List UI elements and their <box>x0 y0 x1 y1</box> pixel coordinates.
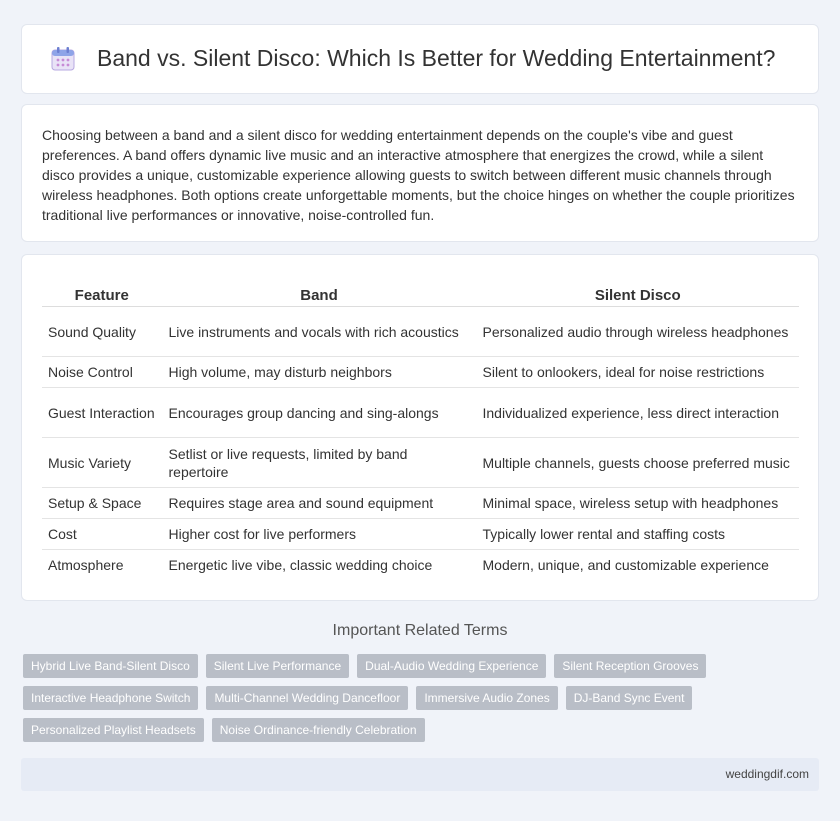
related-term-tag[interactable]: Immersive Audio Zones <box>416 686 558 710</box>
related-term-tag[interactable]: Noise Ordinance-friendly Celebration <box>211 718 425 742</box>
related-term-tag[interactable]: DJ-Band Sync Event <box>565 686 693 710</box>
feature-cell: Cost <box>42 518 162 550</box>
band-cell: Energetic live vibe, classic wedding cho… <box>161 549 476 581</box>
related-term-tag[interactable]: Silent Reception Grooves <box>554 654 707 678</box>
related-term-tag[interactable]: Dual-Audio Wedding Experience <box>357 654 547 678</box>
silent-disco-cell: Silent to onlookers, ideal for noise res… <box>475 356 799 388</box>
footer-site-link[interactable]: weddingdif.com <box>726 767 809 781</box>
intro-paragraph: Choosing between a band and a silent dis… <box>42 127 795 223</box>
band-cell: Live instruments and vocals with rich ac… <box>161 306 476 357</box>
band-cell: High volume, may disturb neighbors <box>161 356 476 388</box>
band-cell: Encourages group dancing and sing-alongs <box>161 387 476 438</box>
silent-disco-cell: Individualized experience, less direct i… <box>475 387 799 438</box>
feature-cell: Guest Interaction <box>42 387 162 438</box>
calendar-icon <box>51 47 75 71</box>
band-cell: Higher cost for live performers <box>161 518 476 550</box>
band-cell: Setlist or live requests, limited by ban… <box>161 437 476 488</box>
comparison-card: Feature Band Silent Disco Sound Quality … <box>21 254 819 601</box>
silent-disco-cell: Minimal space, wireless setup with headp… <box>475 487 799 519</box>
header-card: Band vs. Silent Disco: Which Is Better f… <box>21 24 819 94</box>
silent-disco-cell: Personalized audio through wireless head… <box>475 306 799 357</box>
silent-disco-cell: Typically lower rental and staffing cost… <box>475 518 799 550</box>
feature-cell: Sound Quality <box>42 306 162 357</box>
feature-cell: Setup & Space <box>42 487 162 519</box>
header-feature: Feature <box>42 283 162 307</box>
band-cell: Requires stage area and sound equipment <box>161 487 476 519</box>
feature-cell: Music Variety <box>42 437 162 488</box>
related-term-tag[interactable]: Multi-Channel Wedding Dancefloor <box>206 686 409 710</box>
table-row: Music Variety Setlist or live requests, … <box>42 437 799 488</box>
related-term-tag[interactable]: Silent Live Performance <box>205 654 350 678</box>
table-row: Cost Higher cost for live performers Typ… <box>42 518 799 550</box>
table-row: Atmosphere Energetic live vibe, classic … <box>42 549 799 581</box>
table-header-row: Feature Band Silent Disco <box>42 283 799 307</box>
header-band: Band <box>161 283 476 307</box>
table-row: Setup & Space Requires stage area and so… <box>42 487 799 519</box>
page-title: Band vs. Silent Disco: Which Is Better f… <box>97 45 776 71</box>
feature-cell: Noise Control <box>42 356 162 388</box>
table-row: Guest Interaction Encourages group danci… <box>42 387 799 438</box>
related-term-tag[interactable]: Interactive Headphone Switch <box>23 686 199 710</box>
header-silent-disco: Silent Disco <box>475 283 799 307</box>
related-term-tag[interactable]: Hybrid Live Band-Silent Disco <box>23 654 198 678</box>
comparison-table: Feature Band Silent Disco Sound Quality … <box>42 283 799 581</box>
related-term-tag[interactable]: Personalized Playlist Headsets <box>23 718 204 742</box>
silent-disco-cell: Modern, unique, and customizable experie… <box>475 549 799 581</box>
silent-disco-cell: Multiple channels, guests choose preferr… <box>475 437 799 488</box>
table-row: Sound Quality Live instruments and vocal… <box>42 306 799 357</box>
related-terms-list: Hybrid Live Band-Silent Disco Silent Liv… <box>23 654 823 742</box>
related-terms-title: Important Related Terms <box>332 622 508 639</box>
table-row: Noise Control High volume, may disturb n… <box>42 356 799 388</box>
footer: weddingdif.com <box>21 758 819 791</box>
feature-cell: Atmosphere <box>48 557 124 574</box>
intro-card: Choosing between a band and a silent dis… <box>21 104 819 242</box>
